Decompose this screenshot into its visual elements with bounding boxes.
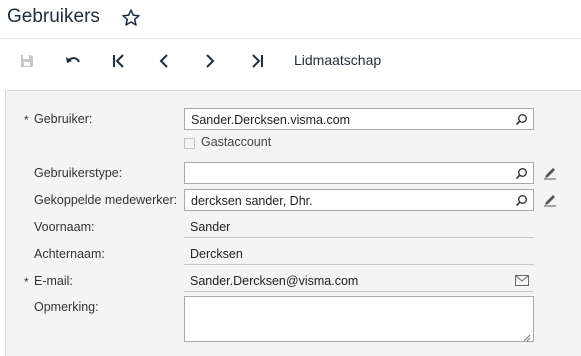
page-title: Gebruikers xyxy=(7,6,100,27)
last-record-icon[interactable] xyxy=(246,50,268,72)
previous-record-icon[interactable] xyxy=(153,50,175,72)
remark-textarea[interactable] xyxy=(184,296,534,342)
next-record-icon[interactable] xyxy=(199,50,221,72)
remark-label: Opmerking: xyxy=(34,300,99,314)
linked-employee-label: Gekoppelde medewerker: xyxy=(34,193,178,207)
search-icon[interactable] xyxy=(515,167,528,180)
email-label: E-mail: xyxy=(34,274,73,288)
user-label: Gebruiker: xyxy=(34,112,93,126)
last-name-value: Dercksen xyxy=(184,243,534,265)
guest-account-checkbox[interactable] xyxy=(184,138,195,149)
star-outline-icon[interactable] xyxy=(121,8,141,28)
last-name-label: Achternaam: xyxy=(34,247,105,261)
user-field[interactable]: Sander.Dercksen.visma.com xyxy=(184,108,534,130)
user-type-field[interactable] xyxy=(184,162,534,184)
resize-grip-icon[interactable] xyxy=(523,331,531,342)
first-record-icon[interactable] xyxy=(108,50,130,72)
first-name-value: Sander xyxy=(184,216,534,238)
linked-employee-field[interactable]: dercksen sander, Dhr. xyxy=(184,189,534,211)
email-value: Sander.Dercksen@visma.com xyxy=(190,274,359,288)
toolbar: Lidmaatschap xyxy=(0,39,581,83)
membership-button[interactable]: Lidmaatschap xyxy=(294,52,381,68)
search-icon[interactable] xyxy=(515,113,528,126)
email-field[interactable]: Sander.Dercksen@visma.com xyxy=(184,270,534,292)
undo-icon[interactable] xyxy=(62,50,84,72)
edit-pencil-icon[interactable] xyxy=(543,166,557,180)
mail-icon[interactable] xyxy=(515,275,529,289)
linked-employee-value: dercksen sander, Dhr. xyxy=(191,194,313,208)
first-name-label: Voornaam: xyxy=(34,220,95,234)
form-panel: * Gebruiker: Sander.Dercksen.visma.com G… xyxy=(5,90,581,356)
required-marker: * xyxy=(24,113,29,127)
user-type-label: Gebruikerstype: xyxy=(34,166,123,180)
search-icon[interactable] xyxy=(515,194,528,207)
edit-pencil-icon[interactable] xyxy=(543,193,557,207)
save-icon[interactable] xyxy=(16,50,38,72)
required-marker: * xyxy=(24,275,29,289)
title-bar: Gebruikers xyxy=(0,0,581,39)
guest-account-label: Gastaccount xyxy=(201,135,272,149)
user-value: Sander.Dercksen.visma.com xyxy=(191,113,351,127)
